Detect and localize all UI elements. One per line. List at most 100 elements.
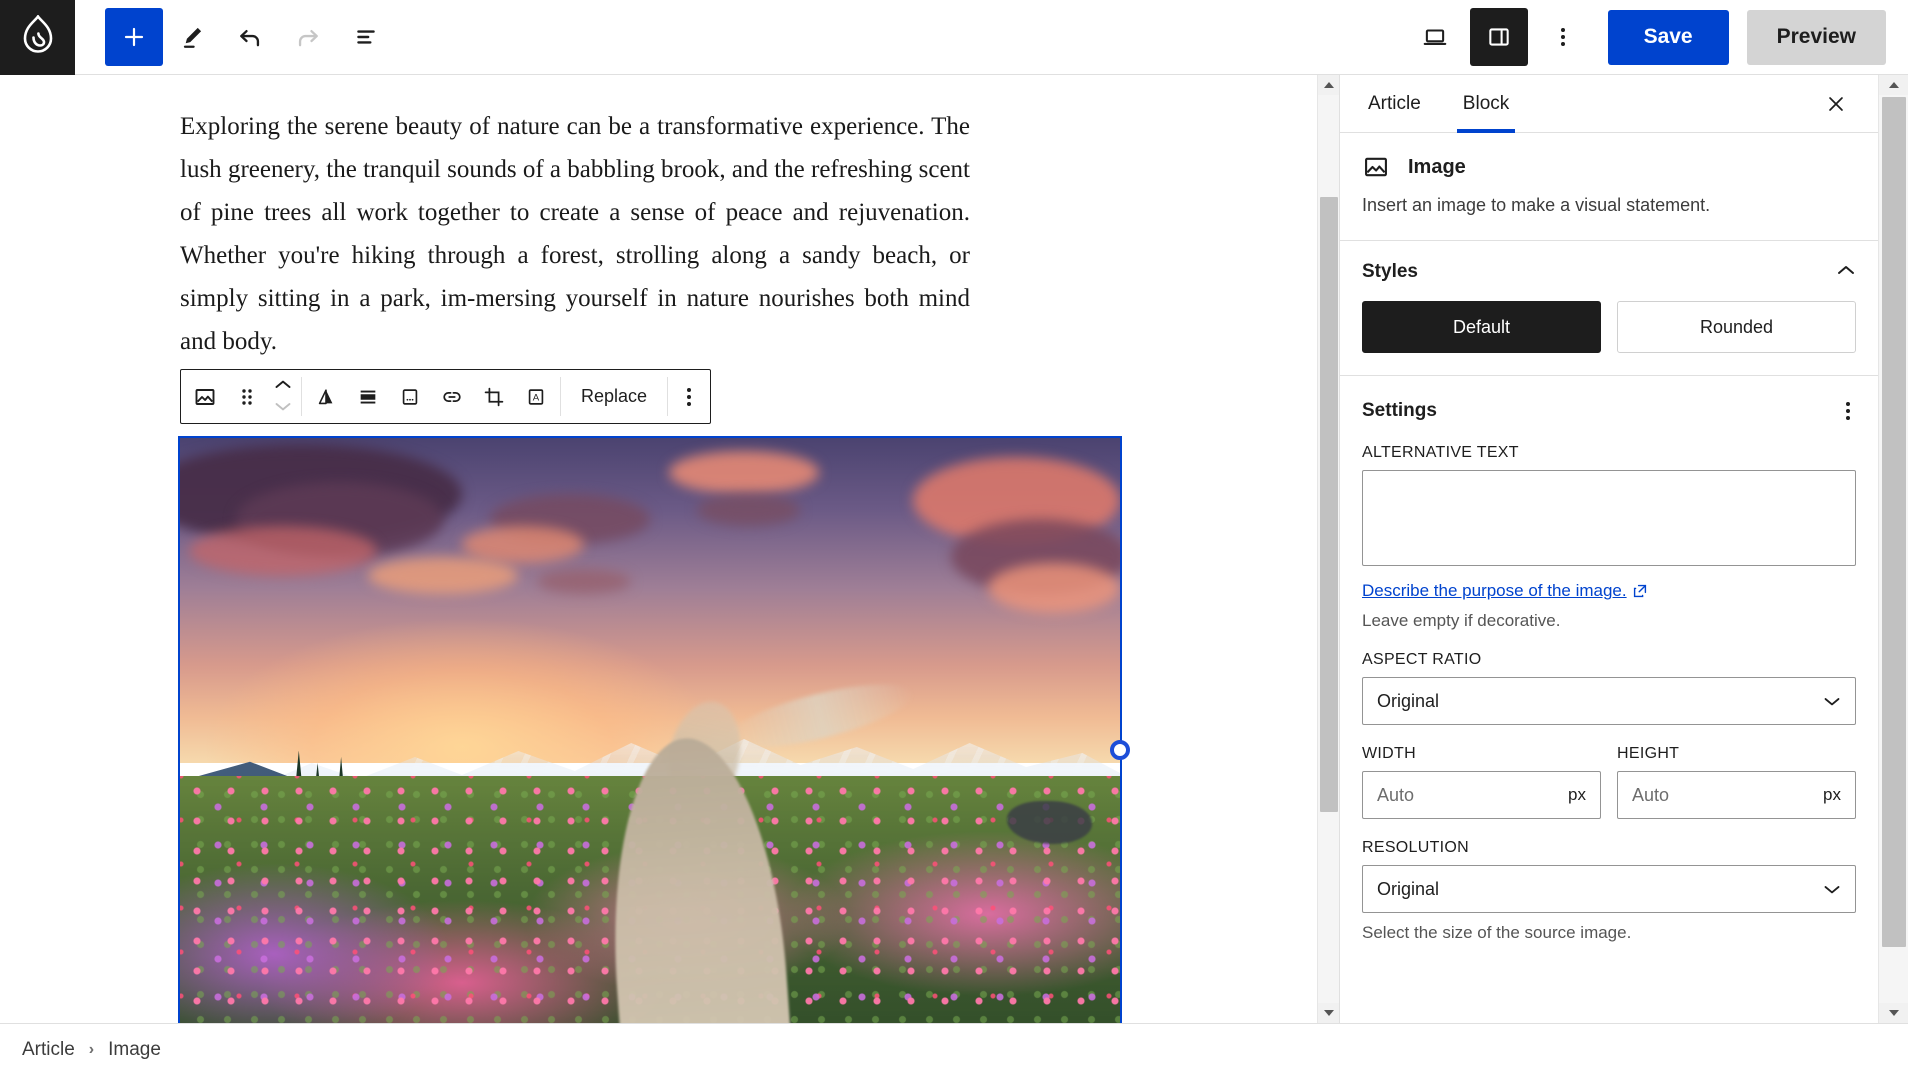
resolution-note: Select the size of the source image. [1362,923,1632,942]
breadcrumb: Article › Image [0,1023,1908,1075]
block-description: Insert an image to make a visual stateme… [1362,195,1711,215]
list-view-icon [357,30,375,44]
svg-text:A: A [533,392,540,403]
sidebar-scroll-thumb[interactable] [1882,97,1906,947]
chevron-down-icon [1824,697,1840,705]
chevron-up-icon [275,380,291,388]
undo-arrow-icon [240,30,260,47]
settings-sidebar-toggle[interactable] [1469,8,1528,66]
settings-more-button[interactable] [1840,396,1856,426]
text-overlay-button[interactable]: A [515,370,557,423]
height-unit: px [1823,785,1841,804]
alt-text-help-link[interactable]: Describe the purpose of the image. [1362,581,1647,601]
justify-button[interactable] [347,370,389,423]
block-title: Image [1408,155,1466,178]
image-block[interactable] [178,436,1122,1023]
chevron-down-icon [275,402,291,410]
drupal-drop-icon [23,15,52,53]
right-resize-handle[interactable] [1110,740,1130,760]
caption-button[interactable] [389,370,431,423]
crop-icon [484,387,504,406]
crop-button[interactable] [473,370,515,423]
cloud [368,556,519,595]
redo-button[interactable] [279,8,337,66]
editor-canvas: Exploring the serene beauty of nature ca… [0,75,1339,1023]
block-toolbar: A Replace [180,369,712,424]
height-placeholder: Auto [1632,784,1670,805]
block-more-options-button[interactable] [668,370,710,423]
external-link-icon [1633,584,1646,598]
header-toolbar-right: Save Preview [1406,8,1908,66]
aspect-ratio-select[interactable]: Original [1362,677,1856,725]
editor-body: Exploring the serene beauty of nature ca… [0,75,1908,1023]
breadcrumb-article[interactable]: Article [22,1039,75,1061]
letter-a-box-icon: A [528,388,544,405]
tab-article[interactable]: Article [1362,75,1427,133]
plus-icon [124,27,144,47]
more-options-button[interactable] [1534,8,1592,66]
alt-text-help-label: Describe the purpose of the image. [1362,581,1627,600]
caption-box-icon [402,388,418,405]
pencil-icon [183,27,202,48]
style-rounded[interactable]: Rounded [1617,301,1856,353]
link-icon [443,391,461,402]
canvas-scrollbar[interactable] [1317,75,1339,1023]
breadcrumb-image[interactable]: Image [108,1039,161,1061]
sidebar-scrollbar[interactable] [1878,75,1908,1023]
link-button[interactable] [431,370,473,423]
cloud [189,525,378,576]
redo-arrow-icon [298,30,318,47]
close-sidebar-button[interactable] [1816,84,1856,124]
width-placeholder: Auto [1377,784,1415,805]
block-type-image-button[interactable] [184,370,226,423]
undo-button[interactable] [221,8,279,66]
drupal-logo[interactable] [0,0,75,75]
header-toolbar-left [75,8,395,66]
add-block-button[interactable] [105,8,163,66]
drag-handle[interactable] [226,370,268,423]
align-bars-icon [360,390,376,404]
width-unit: px [1568,785,1586,804]
sidebar-panel-icon [1488,28,1509,46]
alt-text-input[interactable] [1362,470,1856,566]
preview-button[interactable]: Preview [1746,9,1886,65]
style-default[interactable]: Default [1362,301,1601,353]
resolution-label: RESOLUTION [1362,839,1470,856]
height-input[interactable]: Auto px [1617,771,1856,819]
document-overview-button[interactable] [337,8,395,66]
chevron-down-icon [1824,885,1840,893]
width-input[interactable]: Auto px [1362,771,1601,819]
aspect-ratio-value: Original [1377,690,1440,711]
resolution-value: Original [1377,878,1440,899]
settings-title: Settings [1362,400,1437,421]
cloud [668,450,820,495]
tools-button[interactable] [163,8,221,66]
settings-section: Settings ALTERNATIVE TEXT Describe the p… [1340,376,1878,965]
aspect-ratio-label: ASPECT RATIO [1362,651,1482,668]
width-label: WIDTH [1362,745,1416,762]
replace-button[interactable]: Replace [561,370,667,423]
styles-header[interactable]: Styles [1362,261,1856,283]
move-up-button[interactable] [274,377,292,395]
move-down-button[interactable] [274,399,292,417]
scroll-up-arrow[interactable] [1318,75,1339,95]
breadcrumb-separator: › [88,1040,95,1058]
scroll-down-arrow[interactable] [1318,1003,1339,1023]
align-button[interactable] [305,370,347,423]
styles-collapse-toggle[interactable] [1836,263,1856,281]
resolution-select[interactable]: Original [1362,865,1856,913]
tab-block[interactable]: Block [1456,75,1516,133]
landscape-image [180,438,1120,1023]
block-toolbar-group-type [181,370,301,423]
width-field: WIDTH Auto px [1362,745,1601,819]
cloud [988,563,1120,613]
block-toolbar-group-format: A [302,370,560,423]
caret-down-icon [1889,1010,1899,1016]
block-info-head: Image [1362,153,1856,181]
paragraph-block[interactable]: Exploring the serene beauty of nature ca… [180,105,970,363]
save-button[interactable]: Save [1607,9,1729,65]
canvas-scroll-thumb[interactable] [1320,197,1338,812]
sidebar-scroll-down-arrow[interactable] [1879,1003,1908,1023]
preview-device-button[interactable] [1406,8,1464,66]
sidebar-scroll-up-arrow[interactable] [1879,75,1908,95]
